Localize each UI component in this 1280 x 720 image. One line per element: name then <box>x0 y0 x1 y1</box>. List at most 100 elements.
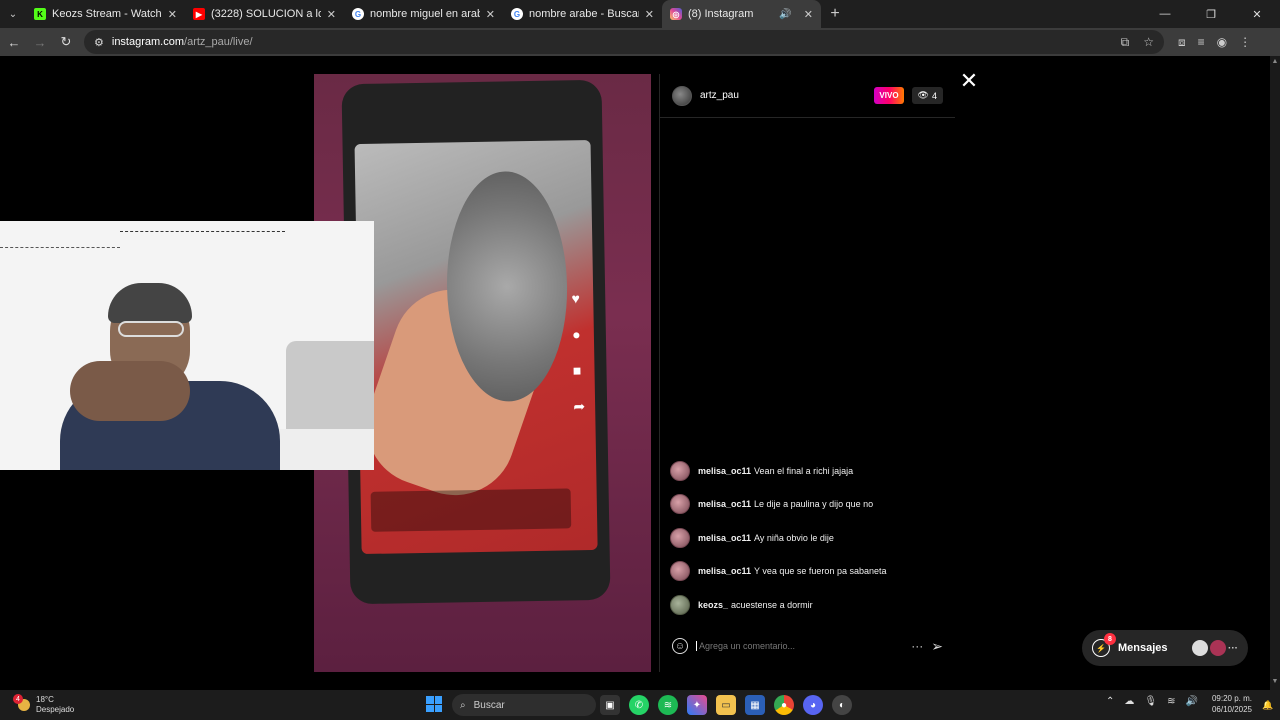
close-icon[interactable]: ✕ <box>645 8 654 21</box>
notification-bell-icon[interactable]: 🔔 <box>1262 700 1273 711</box>
scroll-down-icon[interactable]: ▼ <box>1270 678 1280 688</box>
site-info-icon[interactable]: ⚙ <box>94 36 104 49</box>
profile-icon[interactable]: ◉ <box>1217 35 1227 50</box>
volume-icon[interactable]: 🔊 <box>1185 696 1197 707</box>
tab-search-button[interactable]: ⌄ <box>0 0 26 28</box>
comment-username[interactable]: melisa_oc11 <box>698 466 751 476</box>
taskbar-search[interactable]: ⌕ Buscar <box>452 694 596 716</box>
tab-kick[interactable]: K Keozs Stream - Watch Live on K ✕ <box>26 0 185 28</box>
clock-time: 09:20 p. m. <box>1211 694 1252 703</box>
host-username[interactable]: artz_pau <box>700 90 739 101</box>
comment-composer: ☺ ··· ➢ <box>660 634 955 658</box>
microphone-icon[interactable]: 🎙 <box>1144 696 1157 707</box>
reading-list-icon[interactable]: ≡ <box>1198 35 1205 50</box>
avatar[interactable] <box>670 594 690 615</box>
menu-icon[interactable]: ⋮ <box>1239 35 1251 50</box>
store-icon[interactable]: ▦ <box>745 695 765 715</box>
avatar[interactable] <box>670 527 690 548</box>
avatar[interactable] <box>672 85 692 106</box>
avatar[interactable] <box>670 494 690 515</box>
copilot-icon[interactable]: ✦ <box>687 695 707 715</box>
taskbar-apps: ▣ ✆ ≋ ✦ ▭ ▦ ● ◕ ◐ <box>600 695 852 715</box>
app-icon[interactable]: ◐ <box>832 695 852 715</box>
webcam-background <box>278 429 374 470</box>
tab-google-1[interactable]: G nombre miguel en arabe - Busc ✕ <box>344 0 503 28</box>
tab-instagram[interactable]: ◎ (8) Instagram 🔊 ✕ <box>662 0 821 28</box>
comment-text: Ay niña obvio le dije <box>754 532 834 543</box>
scroll-up-icon[interactable]: ▲ <box>1270 58 1280 68</box>
windows-logo-icon <box>434 696 442 704</box>
emoji-icon[interactable]: ☺ <box>672 638 688 654</box>
comment-text: Vean el final a richi jajaja <box>754 465 854 476</box>
viewer-count-value: 4 <box>931 90 937 101</box>
messages-label: Mensajes <box>1118 642 1168 654</box>
new-tab-button[interactable]: + <box>821 0 849 28</box>
search-icon: ⌕ <box>460 699 466 711</box>
comment-username[interactable]: keozs_ <box>698 600 728 610</box>
wifi-icon[interactable]: ≋ <box>1167 696 1175 707</box>
messages-button[interactable]: ⚡ 8 Mensajes ··· <box>1082 630 1248 666</box>
weather-badge: 4 <box>13 694 23 704</box>
tab-title: Keozs Stream - Watch Live on K <box>52 8 162 20</box>
chrome-icon[interactable]: ● <box>774 695 794 715</box>
viewer-count[interactable]: 👁 4 <box>911 87 943 104</box>
whatsapp-icon[interactable]: ✆ <box>629 695 649 715</box>
comment-row: melisa_oc11 Vean el final a richi jajaja <box>660 454 955 488</box>
comment-username[interactable]: melisa_oc11 <box>698 499 751 509</box>
chevron-up-icon[interactable]: ⌃ <box>1106 696 1114 707</box>
weather-temperature: 18°C <box>36 695 54 704</box>
comment-username[interactable]: melisa_oc11 <box>698 533 751 543</box>
phone-side-icons: ♥ ● ■ ➦ <box>571 290 585 415</box>
phone-caption <box>370 488 572 532</box>
close-icon[interactable]: ✕ <box>327 8 336 21</box>
tab-youtube[interactable]: ▶ (3228) SOLUCION a los CUADR ✕ <box>185 0 344 28</box>
comment-list: melisa_oc11 Vean el final a richi jajaja … <box>660 454 955 622</box>
avatar[interactable] <box>670 561 690 582</box>
share-icon: ➦ <box>573 398 586 415</box>
back-button[interactable]: ← <box>2 30 26 54</box>
task-view-icon[interactable]: ▣ <box>600 695 620 715</box>
tab-strip: ⌄ K Keozs Stream - Watch Live on K ✕ ▶ (… <box>0 0 1280 28</box>
url-text: instagram.com/artz_pau/live/ <box>112 36 253 48</box>
decorative-line <box>120 231 285 232</box>
spotify-icon[interactable]: ≋ <box>658 695 678 715</box>
sun-icon: 4 <box>13 694 30 711</box>
bookmark-icon: ■ <box>572 362 582 379</box>
send-icon[interactable]: ➢ <box>931 638 943 655</box>
minimize-button[interactable]: — <box>1142 0 1188 28</box>
start-button[interactable] <box>426 696 442 712</box>
reload-button[interactable]: ↻ <box>54 30 78 54</box>
bookmark-star-icon[interactable]: ☆ <box>1143 35 1154 50</box>
avatar[interactable] <box>670 460 690 481</box>
tab-title: (3228) SOLUCION a los CUADR <box>211 8 321 20</box>
cast-icon[interactable]: ⧉ <box>1121 35 1130 50</box>
page-scrollbar[interactable]: ▲ ▼ <box>1270 56 1280 690</box>
discord-icon[interactable]: ◕ <box>803 695 823 715</box>
close-icon[interactable]: ✕ <box>486 8 495 21</box>
cloud-icon[interactable]: ☁ <box>1124 696 1134 707</box>
close-icon[interactable]: ✕ <box>804 8 813 21</box>
file-explorer-icon[interactable]: ▭ <box>716 695 736 715</box>
close-live-button[interactable]: ✕ <box>958 70 980 92</box>
heart-icon: ♥ <box>571 290 580 307</box>
restore-button[interactable]: ❐ <box>1188 0 1234 28</box>
close-window-button[interactable]: ✕ <box>1234 0 1280 28</box>
forward-button[interactable]: → <box>28 30 52 54</box>
clock-date: 06/10/2025 <box>1211 705 1252 714</box>
tab-google-2[interactable]: G nombre arabe - Buscar con Go ✕ <box>503 0 662 28</box>
address-bar[interactable]: ⚙ instagram.com/artz_pau/live/ ⧉ ☆ <box>84 30 1164 54</box>
taskbar-search-label: Buscar <box>473 699 505 711</box>
taskbar-clock[interactable]: 09:20 p. m. 06/10/2025 <box>1202 693 1252 715</box>
close-icon[interactable]: ✕ <box>168 8 177 21</box>
extensions-icon[interactable]: ⧈ <box>1178 35 1186 50</box>
comment-username[interactable]: melisa_oc11 <box>698 566 751 576</box>
windows-taskbar: 4 18°C Despejado ⌕ Buscar ▣ ✆ ≋ ✦ ▭ ▦ ● … <box>0 690 1280 720</box>
weather-widget[interactable]: 4 18°C Despejado <box>0 694 200 715</box>
comment-input[interactable] <box>696 641 904 651</box>
youtube-icon: ▶ <box>193 8 205 20</box>
google-icon: G <box>511 8 523 20</box>
speaker-icon[interactable]: 🔊 <box>779 9 791 20</box>
comment-row: melisa_oc11 Ay niña obvio le dije <box>660 521 955 555</box>
kick-icon: K <box>34 8 46 20</box>
more-options-icon[interactable]: ··· <box>911 639 923 653</box>
